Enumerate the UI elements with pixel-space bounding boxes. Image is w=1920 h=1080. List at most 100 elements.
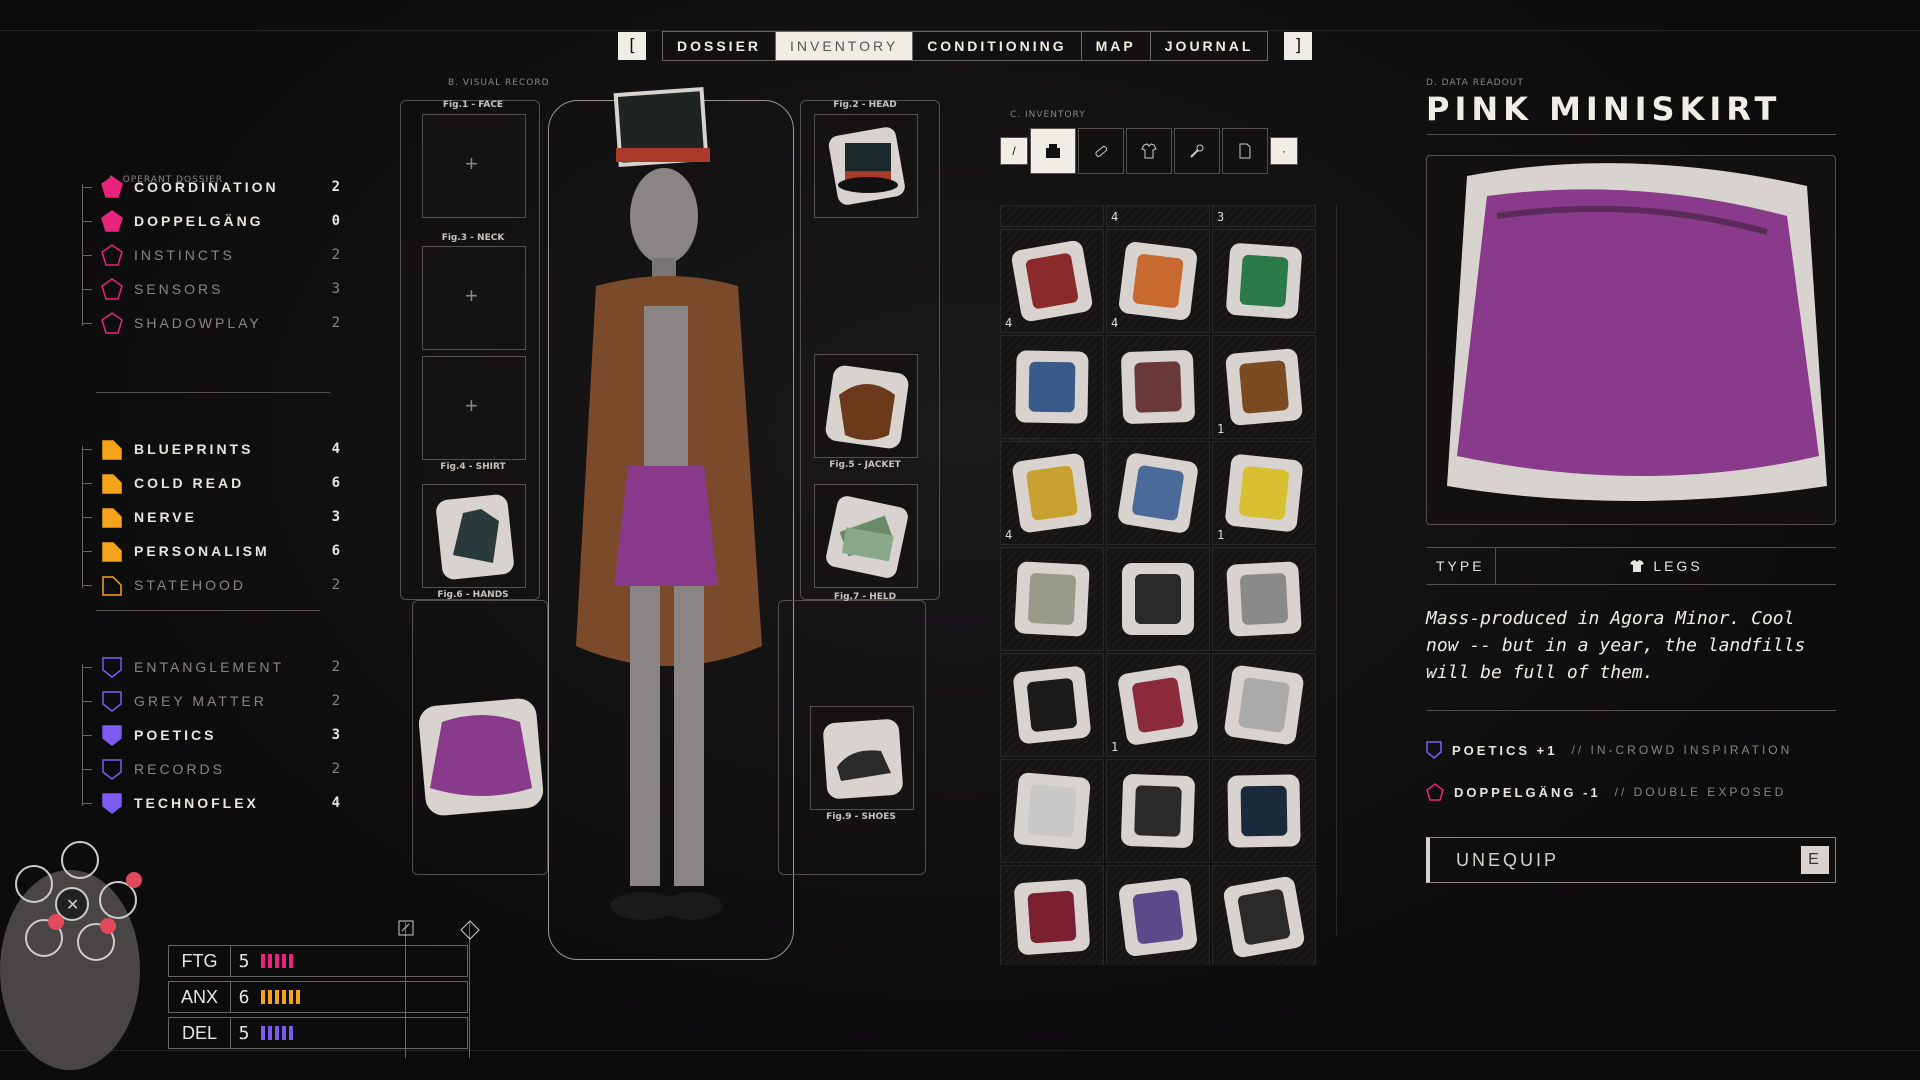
stat-value: 0 bbox=[331, 213, 340, 229]
filter-clothing-icon[interactable] bbox=[1126, 128, 1172, 174]
book-icon bbox=[1116, 663, 1200, 747]
filter-consumables-icon[interactable] bbox=[1078, 128, 1124, 174]
inventory-partial-cell[interactable]: 3 bbox=[1212, 205, 1316, 227]
slot-jacket[interactable] bbox=[814, 354, 918, 458]
inventory-slot[interactable] bbox=[1106, 865, 1210, 965]
filter-all-icon[interactable] bbox=[1030, 128, 1076, 174]
inventory-partial-cell[interactable] bbox=[1000, 205, 1104, 227]
stat-name: STATEHOOD bbox=[134, 577, 247, 593]
shield-icon bbox=[1426, 741, 1442, 759]
inventory-slot[interactable]: 4 bbox=[1106, 229, 1210, 333]
stat-blueprints[interactable]: BLUEPRINTS 4 bbox=[82, 432, 340, 466]
stat-name: DOPPELGÄNG bbox=[134, 213, 264, 229]
helmet-icon bbox=[1116, 451, 1200, 535]
inventory-slot[interactable]: 4 bbox=[1000, 441, 1104, 545]
inventory-slot[interactable]: 1 bbox=[1106, 653, 1210, 757]
slot-neck[interactable]: + bbox=[422, 246, 526, 350]
unequip-button[interactable]: UNEQUIP E bbox=[1426, 837, 1836, 883]
inventory-slot[interactable]: 1 bbox=[1212, 441, 1316, 545]
inventory-slot[interactable] bbox=[1000, 759, 1104, 863]
tab-conditioning[interactable]: CONDITIONING bbox=[913, 32, 1082, 60]
tab-inventory[interactable]: INVENTORY bbox=[776, 32, 914, 60]
slot-shirt[interactable]: + bbox=[422, 356, 526, 460]
inventory-slot[interactable] bbox=[1106, 759, 1210, 863]
stat-name: INSTINCTS bbox=[134, 247, 235, 263]
filter-prev-button[interactable]: / bbox=[1000, 137, 1028, 165]
stat-value: 3 bbox=[331, 727, 340, 743]
stat-nerve[interactable]: NERVE 3 bbox=[82, 500, 340, 534]
data-readout: PINK MINISKIRT TYPE LEGS Mass-produced i… bbox=[1426, 90, 1836, 883]
shorts-icon bbox=[1013, 878, 1091, 956]
stat-name: PERSONALISM bbox=[134, 543, 270, 559]
magazine-icon bbox=[1225, 242, 1303, 320]
next-tab-button[interactable]: ] bbox=[1284, 32, 1313, 60]
inventory-slot[interactable] bbox=[1000, 547, 1104, 651]
stat-grey-matter[interactable]: GREY MATTER 2 bbox=[82, 684, 340, 718]
inventory-slot[interactable] bbox=[1106, 441, 1210, 545]
inventory-slot[interactable] bbox=[1106, 547, 1210, 651]
tab-journal[interactable]: JOURNAL bbox=[1151, 32, 1268, 60]
stat-doppelg-ng[interactable]: DOPPELGÄNG 0 bbox=[82, 204, 340, 238]
stat-coordination[interactable]: COORDINATION 2 bbox=[82, 170, 340, 204]
status-meters: FTG 5 ANX 6 DEL 5 bbox=[168, 945, 468, 1053]
inventory-slot[interactable] bbox=[1106, 335, 1210, 439]
stat-value: 2 bbox=[331, 761, 340, 777]
inventory-slot[interactable] bbox=[1000, 865, 1104, 965]
equipped-skirt-icon[interactable] bbox=[416, 692, 546, 822]
gloves-icon bbox=[436, 494, 514, 580]
map-marker-icon[interactable] bbox=[398, 920, 414, 936]
slot-hands[interactable] bbox=[422, 484, 526, 588]
tab-dossier[interactable]: DOSSIER bbox=[663, 32, 777, 60]
inventory-slot[interactable] bbox=[1212, 653, 1316, 757]
filter-documents-icon[interactable] bbox=[1222, 128, 1268, 174]
inventory-partial-cell[interactable]: 4 bbox=[1106, 205, 1210, 227]
stat-statehood[interactable]: STATEHOOD 2 bbox=[82, 568, 340, 602]
stat-entanglement[interactable]: ENTANGLEMENT 2 bbox=[82, 650, 340, 684]
gloves-icon bbox=[1227, 774, 1301, 848]
inventory-slot[interactable]: 4 bbox=[1000, 229, 1104, 333]
slot-face[interactable]: + bbox=[422, 114, 526, 218]
inventory-slot[interactable] bbox=[1212, 865, 1316, 965]
visual-record-section-label: B. VISUAL RECORD bbox=[448, 78, 550, 88]
inventory-slot[interactable] bbox=[1000, 653, 1104, 757]
status-value: 6 bbox=[238, 986, 250, 1008]
stat-cold-read[interactable]: COLD READ 6 bbox=[82, 466, 340, 500]
stat-group-folder: BLUEPRINTS 4 COLD READ 6 NERVE 3 PERSONALISM 6 S… bbox=[80, 432, 340, 602]
folder-icon bbox=[100, 505, 124, 529]
status-anx: ANX 6 bbox=[168, 981, 468, 1013]
status-label: DEL bbox=[169, 1018, 231, 1048]
filter-tools-icon[interactable] bbox=[1174, 128, 1220, 174]
sneakers-icon bbox=[1012, 771, 1092, 851]
diamond-icon[interactable] bbox=[460, 920, 480, 940]
stat-records[interactable]: RECORDS 2 bbox=[82, 752, 340, 786]
filter-next-button[interactable]: · bbox=[1270, 137, 1298, 165]
stat-value: 3 bbox=[331, 281, 340, 297]
status-value: 5 bbox=[238, 950, 250, 972]
slot-held[interactable] bbox=[814, 484, 918, 588]
stat-personalism[interactable]: PERSONALISM 6 bbox=[82, 534, 340, 568]
slot-shoes[interactable] bbox=[810, 706, 914, 810]
item-title: PINK MINISKIRT bbox=[1426, 90, 1782, 128]
tab-map[interactable]: MAP bbox=[1082, 32, 1151, 60]
inventory-filter-bar: / · bbox=[1000, 128, 1298, 174]
shirt-icon bbox=[1630, 560, 1645, 572]
stat-name: SENSORS bbox=[134, 281, 224, 297]
stat-technoflex[interactable]: TECHNOFLEX 4 bbox=[82, 786, 340, 820]
inventory-slot[interactable] bbox=[1212, 229, 1316, 333]
stat-poetics[interactable]: POETICS 3 bbox=[82, 718, 340, 752]
prev-tab-button[interactable]: [ bbox=[618, 32, 646, 60]
stat-sensors[interactable]: SENSORS 3 bbox=[82, 272, 340, 306]
folder-icon bbox=[100, 437, 124, 461]
status-ftg: FTG 5 bbox=[168, 945, 468, 977]
inventory-slot[interactable] bbox=[1212, 759, 1316, 863]
inventory-slot[interactable]: 1 bbox=[1212, 335, 1316, 439]
folder-icon bbox=[100, 539, 124, 563]
item-type-row: TYPE LEGS bbox=[1426, 547, 1836, 585]
inventory-slot[interactable] bbox=[1212, 547, 1316, 651]
slot-head[interactable] bbox=[814, 114, 918, 218]
pentagon-icon bbox=[100, 311, 124, 335]
inventory-slot[interactable] bbox=[1000, 335, 1104, 439]
stat-value: 6 bbox=[331, 475, 340, 491]
stat-instincts[interactable]: INSTINCTS 2 bbox=[82, 238, 340, 272]
stat-shadowplay[interactable]: SHADOWPLAY 2 bbox=[82, 306, 340, 340]
